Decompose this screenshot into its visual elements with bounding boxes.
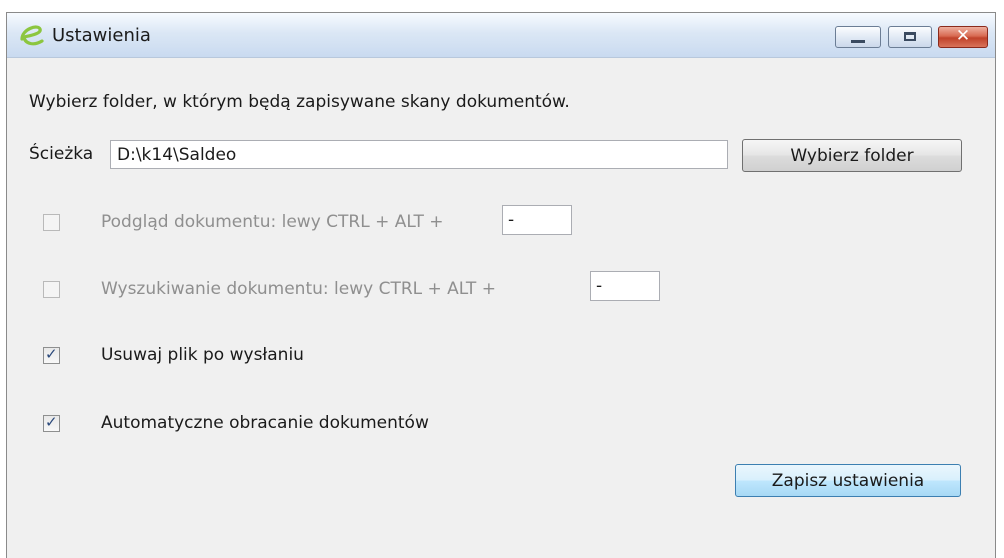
- maximize-icon: [904, 32, 916, 41]
- title-bar[interactable]: Ustawienia ✕: [7, 13, 995, 58]
- maximize-button[interactable]: [888, 26, 932, 48]
- path-label: Ścieżka: [29, 144, 94, 164]
- path-input[interactable]: [110, 140, 728, 169]
- minimize-icon: [851, 40, 865, 43]
- preview-shortcut-key-input[interactable]: [502, 205, 572, 235]
- checkmark-icon: ✓: [45, 413, 58, 431]
- settings-window: Ustawienia ✕ Wybierz folder, w którym bę…: [6, 12, 996, 558]
- save-settings-button[interactable]: Zapisz ustawienia: [735, 464, 961, 497]
- auto-rotate-checkbox[interactable]: ✓: [43, 413, 60, 432]
- window-title: Ustawienia: [52, 25, 151, 46]
- app-logo-icon: [20, 25, 44, 46]
- checkmark-icon: ✓: [45, 345, 58, 363]
- auto-rotate-label: Automatyczne obracanie dokumentów: [101, 413, 429, 433]
- minimize-button[interactable]: [835, 26, 881, 48]
- search-shortcut-key-input[interactable]: [590, 271, 660, 301]
- close-icon: ✕: [955, 26, 971, 46]
- search-shortcut-label: Wyszukiwanie dokumentu: lewy CTRL + ALT …: [101, 279, 496, 299]
- delete-after-send-checkbox[interactable]: ✓: [43, 345, 60, 364]
- instructions-text: Wybierz folder, w którym będą zapisywane…: [29, 92, 570, 112]
- delete-after-send-label: Usuwaj plik po wysłaniu: [101, 345, 304, 365]
- preview-shortcut-label: Podgląd dokumentu: lewy CTRL + ALT +: [101, 212, 444, 232]
- choose-folder-button[interactable]: Wybierz folder: [742, 139, 962, 172]
- close-button[interactable]: ✕: [938, 26, 988, 48]
- preview-shortcut-checkbox[interactable]: [43, 214, 60, 231]
- search-shortcut-checkbox[interactable]: [43, 281, 60, 298]
